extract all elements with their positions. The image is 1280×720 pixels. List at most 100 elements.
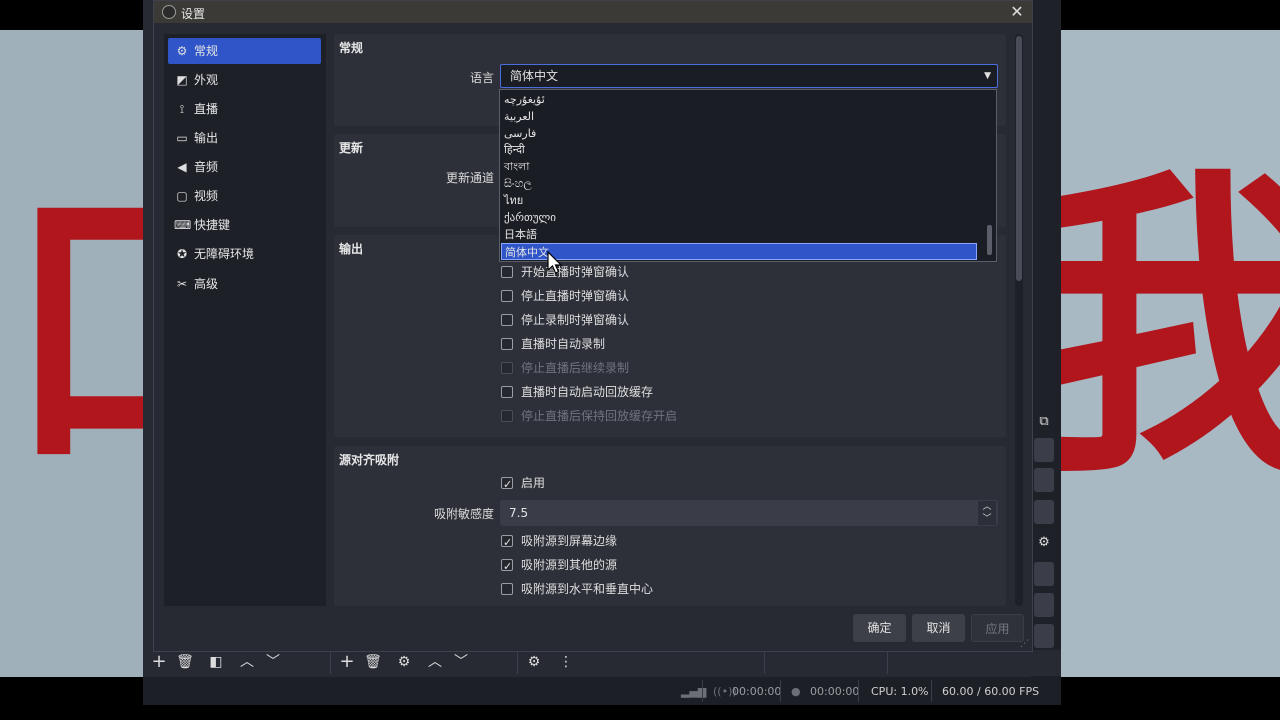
chevron-up-icon[interactable]: ︿ [424,653,446,671]
sidebar-item-video[interactable]: ▢ 视频 [168,183,321,209]
auto-record-checkbox[interactable]: 直播时自动录制 [501,334,605,354]
sidebar-item-appearance[interactable]: ◩ 外观 [168,67,321,93]
confirm-stop-stream-checkbox[interactable]: 停止直播时弹窗确认 [501,286,629,306]
divider [517,652,518,674]
language-label: 语言 [469,71,494,85]
apply-button: 应用 [971,614,1024,642]
sidebar-item-label: 快捷键 [194,218,231,232]
snap-center-checkbox[interactable]: 吸附源到水平和垂直中心 [501,579,653,599]
divider [702,680,703,702]
checkbox[interactable] [501,583,513,595]
dropdown-scrollbar-thumb[interactable] [987,225,992,255]
sidebar-item-advanced[interactable]: ✂ 高级 [168,271,321,297]
snap-other-sources-checkbox[interactable]: 吸附源到其他的源 [501,555,617,577]
gear-icon[interactable]: ⚙ [393,653,415,671]
language-option[interactable]: ไทย [501,192,977,209]
preview-graphic: 口 [4,180,145,480]
section-title-snapping: 源对齐吸附 [339,453,400,467]
checkbox-label: 停止直播后继续录制 [521,361,630,375]
update-channel-label: 更新通道 [445,171,494,185]
add-icon[interactable]: + [336,653,358,671]
accessibility-icon: ✪ [176,247,188,261]
dock-button[interactable] [1034,562,1054,586]
divider [887,652,888,674]
sidebar-item-output[interactable]: ▭ 输出 [168,125,321,151]
dock-button[interactable] [1034,593,1054,617]
ok-button[interactable]: 确定 [853,614,906,642]
language-option[interactable]: 日本語 [501,226,977,243]
dialog-titlebar[interactable]: 设置 ✕ [154,1,1032,23]
snapping-group: 源对齐吸附 启用 吸附敏感度 7.5 ︿﹀ 吸附源到屏幕边缘 吸附源到其他的源 … [334,446,1006,606]
checkbox[interactable] [501,475,513,495]
confirm-stop-record-checkbox[interactable]: 停止录制时弹窗确认 [501,310,629,330]
dock-button[interactable] [1034,500,1054,524]
mouse-cursor-icon [547,251,563,274]
confirm-start-stream-checkbox[interactable]: 开始直播时弹窗确认 [501,262,629,282]
chevron-up-icon[interactable]: ︿ [236,653,258,671]
trash-icon[interactable]: 🗑 [362,653,384,671]
chevron-down-icon[interactable]: ﹀ [262,653,284,671]
language-select[interactable]: 简体中文 ▼ [500,64,998,88]
checkbox-label: 启用 [521,476,546,490]
dock-button[interactable] [1034,468,1054,492]
sensitivity-label: 吸附敏感度 [433,507,494,521]
sidebar-item-accessibility[interactable]: ✪ 无障碍环境 [168,241,321,267]
sensitivity-spinbox[interactable]: 7.5 ︿ ﹀ [500,500,998,526]
sidebar-item-label: 直播 [194,102,219,116]
chevron-down-icon[interactable]: ﹀ [450,653,472,671]
status-bar: ▂▄▆ ((•)) 00:00:00 ● 00:00:00 CPU: 1.0% … [143,677,1061,705]
language-dropdown-list[interactable]: ئۇيغۇرچە العربية فارسی हिन्दी বাংলা සිංහ… [499,89,997,262]
monitor-icon: ▢ [176,189,188,203]
checkbox[interactable] [501,386,513,398]
language-option[interactable]: සිංහල [501,175,977,192]
checkbox[interactable] [501,266,513,278]
content-scrollbar[interactable] [1015,34,1023,606]
snap-screen-edge-checkbox[interactable]: 吸附源到屏幕边缘 [501,531,617,553]
language-option[interactable]: বাংলা [501,158,977,175]
language-option-selected[interactable]: 简体中文 [501,243,977,260]
cancel-button[interactable]: 取消 [912,614,965,642]
stream-time: 00:00:00 [732,685,782,698]
language-option[interactable]: ქართული [501,209,977,226]
dock-button[interactable] [1034,438,1054,462]
checkbox[interactable] [501,338,513,350]
checkbox[interactable] [501,314,513,326]
checkbox[interactable] [501,533,513,553]
scrollbar-thumb[interactable] [1016,36,1022,281]
cpu-usage: CPU: 1.0% [871,685,929,698]
auto-replay-buffer-checkbox[interactable]: 直播时自动启动回放缓存 [501,382,653,402]
sidebar-item-general[interactable]: ⚙ 常规 [168,38,321,64]
sidebar-item-audio[interactable]: ◀ 音频 [168,154,321,180]
checkbox[interactable] [501,557,513,577]
more-icon[interactable]: ⋮ [555,653,577,671]
language-option[interactable]: فارسی [501,125,977,142]
filter-icon[interactable]: ◧ [205,653,227,671]
keep-replay-buffer-checkbox: 停止直播后保持回放缓存开启 [501,406,677,426]
language-option[interactable]: हिन्दी [501,141,977,158]
dock-button[interactable] [1034,624,1054,648]
divider [330,652,331,674]
checkbox-label: 停止录制时弹窗确认 [521,313,630,327]
speaker-icon: ◀ [177,160,187,174]
section-title-output: 输出 [339,242,364,256]
sidebar-item-stream[interactable]: ⟟ 直播 [168,96,321,122]
trash-icon[interactable]: 🗑 [174,653,196,671]
snapping-enable-checkbox[interactable]: 启用 [501,473,546,495]
preview-canvas-right: 我 [1061,30,1280,677]
resize-grip-icon[interactable]: ⋰ [1020,639,1029,649]
dock-float-icon[interactable]: ⧉ [1034,410,1054,434]
chevron-down-icon[interactable]: ▼ [984,65,991,87]
close-button[interactable]: ✕ [1008,2,1026,22]
add-icon[interactable]: + [148,653,170,671]
sidebar-item-hotkeys[interactable]: ⌨ 快捷键 [168,212,321,238]
language-option[interactable]: ئۇيغۇرچە [501,91,977,108]
spin-arrows-icon[interactable]: ︿ ﹀ [978,501,996,525]
sidebar-item-label: 视频 [194,189,219,203]
language-option[interactable]: العربية [501,108,977,125]
gear-icon: ⚙ [176,44,188,58]
gear-icon[interactable]: ⚙ [1034,531,1054,555]
checkbox[interactable] [501,290,513,302]
keep-recording-checkbox: 停止直播后继续录制 [501,358,629,378]
keyboard-icon: ⌨ [174,218,192,232]
mixer-settings-icon[interactable]: ⚙ [523,653,545,671]
